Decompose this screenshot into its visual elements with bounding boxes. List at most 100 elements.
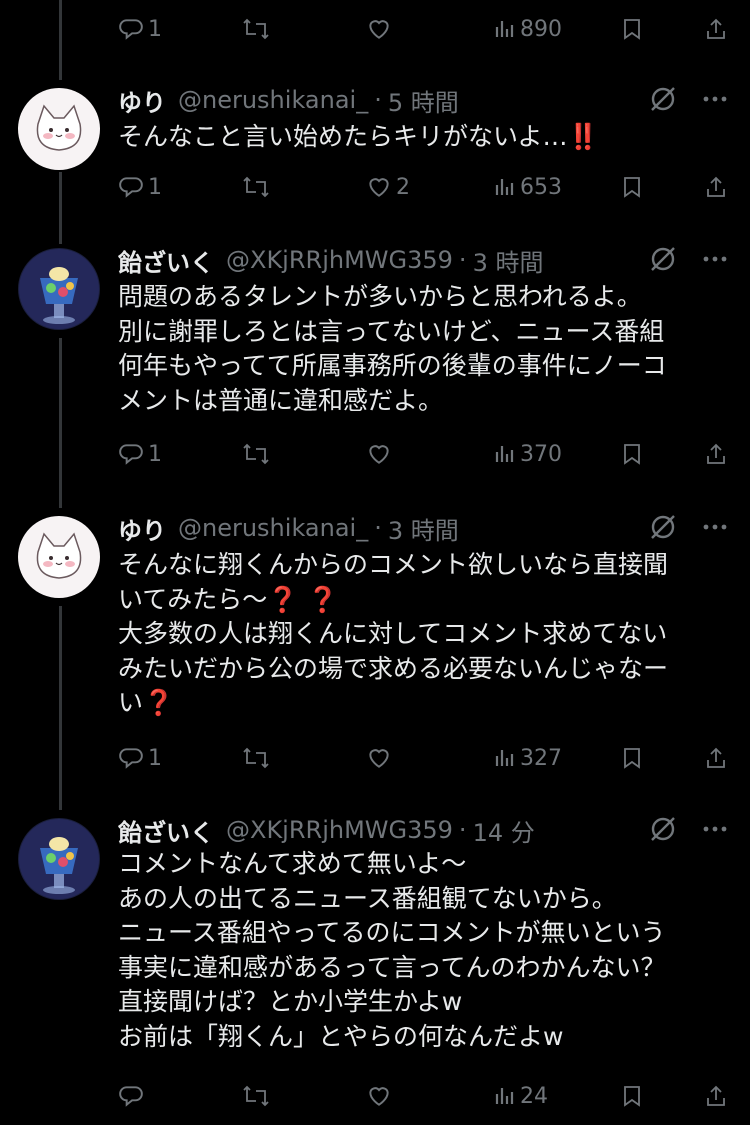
- reply-icon: [119, 177, 143, 198]
- reply-button[interactable]: 1: [118, 9, 162, 49]
- more-icon: [703, 826, 727, 832]
- timestamp[interactable]: 14 分: [473, 813, 535, 848]
- grok-button[interactable]: [648, 814, 678, 848]
- reply-count: 1: [148, 441, 162, 467]
- parfait-avatar-image: [18, 248, 100, 330]
- bookmark-button[interactable]: [620, 738, 644, 778]
- retweet-icon: [243, 1085, 269, 1107]
- avatar[interactable]: [18, 818, 100, 900]
- display-name[interactable]: ゆり: [118, 511, 166, 546]
- tweet-0-partial[interactable]: 1 890: [0, 0, 750, 50]
- retweet-button[interactable]: [242, 1076, 270, 1116]
- question-mark-emoji: ❓ ❓: [267, 584, 339, 614]
- share-icon: [707, 1085, 725, 1106]
- bookmark-icon: [624, 177, 640, 198]
- tweet[interactable]: 飴ざいく @XKjRRjhMWG359 · 3 時間 問題のあるタレントが多いか…: [0, 240, 750, 500]
- reply-count: 1: [148, 16, 162, 42]
- reply-icon: [119, 19, 143, 40]
- timestamp[interactable]: 5 時間: [388, 83, 459, 118]
- bookmark-button[interactable]: [620, 434, 644, 474]
- more-button[interactable]: [700, 814, 730, 848]
- share-button[interactable]: [704, 9, 728, 49]
- avatar[interactable]: [18, 88, 100, 170]
- separator-dot: ·: [458, 816, 467, 844]
- retweet-icon: [243, 18, 269, 40]
- heart-icon: [369, 1087, 389, 1106]
- tweet-actions: 24: [118, 1076, 750, 1116]
- avatar[interactable]: [18, 516, 100, 598]
- user-handle[interactable]: @XKjRRjhMWG359: [226, 246, 453, 274]
- reply-button[interactable]: 1: [118, 738, 162, 778]
- views-button[interactable]: 327: [492, 738, 562, 778]
- share-button[interactable]: [704, 434, 728, 474]
- tweet-text-line: そんなに翔くんからのコメント欲しいなら直接聞: [118, 550, 669, 579]
- retweet-button[interactable]: [242, 9, 270, 49]
- tweet-text: そんなこと言い始めたらキリがないよ…‼️: [118, 120, 700, 155]
- separator-dot: ·: [458, 246, 467, 274]
- user-handle[interactable]: @XKjRRjhMWG359: [226, 816, 453, 844]
- views-button[interactable]: 653: [492, 167, 562, 207]
- tweet-actions: 1 2 653: [118, 167, 750, 207]
- cat-avatar-image: [18, 516, 100, 598]
- reply-button[interactable]: 1: [118, 167, 162, 207]
- user-handle[interactable]: @nerushikanai_: [178, 86, 368, 114]
- tweet-text: コメントなんて求めて無いよ〜 あの人の出てるニュース番組観てないから。 ニュース…: [118, 847, 700, 1054]
- bookmark-button[interactable]: [620, 9, 644, 49]
- tweet-text-line: メントは普通に違和感だよ。: [118, 385, 444, 415]
- retweet-button[interactable]: [242, 738, 270, 778]
- share-button[interactable]: [704, 167, 728, 207]
- views-button[interactable]: 890: [492, 9, 562, 49]
- grok-button[interactable]: [648, 84, 678, 118]
- more-icon: [703, 256, 727, 262]
- reply-button[interactable]: [118, 1076, 144, 1116]
- tweet-text-line: コメントなんて求めて無いよ〜: [118, 849, 467, 878]
- timestamp[interactable]: 3 時間: [388, 511, 459, 546]
- display-name[interactable]: 飴ざいく: [118, 813, 214, 848]
- share-button[interactable]: [704, 738, 728, 778]
- grok-icon: [651, 817, 675, 841]
- share-icon: [707, 443, 725, 464]
- grok-button[interactable]: [648, 244, 678, 278]
- like-button[interactable]: 2: [366, 167, 410, 207]
- more-button[interactable]: [700, 84, 730, 118]
- bookmark-icon: [624, 19, 640, 40]
- heart-icon: [369, 749, 389, 768]
- like-button[interactable]: [366, 1076, 392, 1116]
- views-button[interactable]: 24: [492, 1076, 548, 1116]
- display-name[interactable]: 飴ざいく: [118, 243, 214, 278]
- tweet-text-line: 別に謝罪しろとは言ってないけど、ニュース番組: [118, 316, 665, 346]
- reply-icon: [119, 748, 143, 769]
- views-count: 24: [520, 1083, 548, 1109]
- like-button[interactable]: [366, 434, 392, 474]
- retweet-icon: [243, 443, 269, 465]
- bookmark-button[interactable]: [620, 167, 644, 207]
- grok-button[interactable]: [648, 512, 678, 546]
- timestamp[interactable]: 3 時間: [473, 243, 544, 278]
- tweet[interactable]: ゆり @nerushikanai_ · 5 時間 そんなこと言い始めたらキリがな…: [0, 80, 750, 220]
- share-button[interactable]: [704, 1076, 728, 1116]
- retweet-icon: [243, 176, 269, 198]
- views-icon: [495, 750, 514, 766]
- tweet[interactable]: 飴ざいく @XKjRRjhMWG359 · 14 分 コメントなんて求めて無いよ…: [0, 810, 750, 1125]
- grok-icon: [651, 515, 675, 539]
- like-button[interactable]: [366, 738, 392, 778]
- more-button[interactable]: [700, 512, 730, 546]
- tweet-text: そんなに翔くんからのコメント欲しいなら直接聞 いてみたら〜❓ ❓ 大多数の人は翔…: [118, 548, 700, 721]
- retweet-button[interactable]: [242, 434, 270, 474]
- grok-icon: [651, 247, 675, 271]
- more-button[interactable]: [700, 244, 730, 278]
- views-button[interactable]: 370: [492, 434, 562, 474]
- question-mark-emoji: ❓: [143, 688, 175, 717]
- bookmark-button[interactable]: [620, 1076, 644, 1116]
- bookmark-icon: [624, 1086, 640, 1107]
- like-button[interactable]: [366, 9, 392, 49]
- tweet-text-line: お前は「翔くん」とやらの何なんだよw: [118, 1021, 564, 1051]
- avatar[interactable]: [18, 248, 100, 330]
- bookmark-icon: [624, 444, 640, 465]
- retweet-button[interactable]: [242, 167, 270, 207]
- tweet[interactable]: ゆり @nerushikanai_ · 3 時間 そんなに翔くんからのコメント欲…: [0, 508, 750, 798]
- display-name[interactable]: ゆり: [118, 83, 166, 118]
- user-handle[interactable]: @nerushikanai_: [178, 514, 368, 542]
- share-icon: [707, 18, 725, 39]
- reply-button[interactable]: 1: [118, 434, 162, 474]
